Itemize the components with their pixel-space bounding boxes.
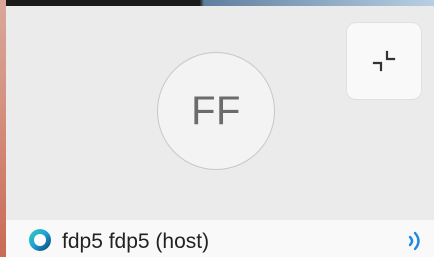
collapse-button[interactable]	[346, 22, 422, 100]
collapse-arrows-icon	[372, 50, 396, 72]
participant-name-label: fdp5 fdp5 (host)	[62, 230, 210, 253]
video-tile-frame: FF fdp5 fdp5 (host)	[0, 0, 434, 257]
connection-status-icon	[29, 229, 51, 251]
avatar: FF	[157, 52, 275, 170]
speaker-audio-icon[interactable]	[404, 229, 424, 253]
avatar-initials: FF	[191, 88, 241, 133]
